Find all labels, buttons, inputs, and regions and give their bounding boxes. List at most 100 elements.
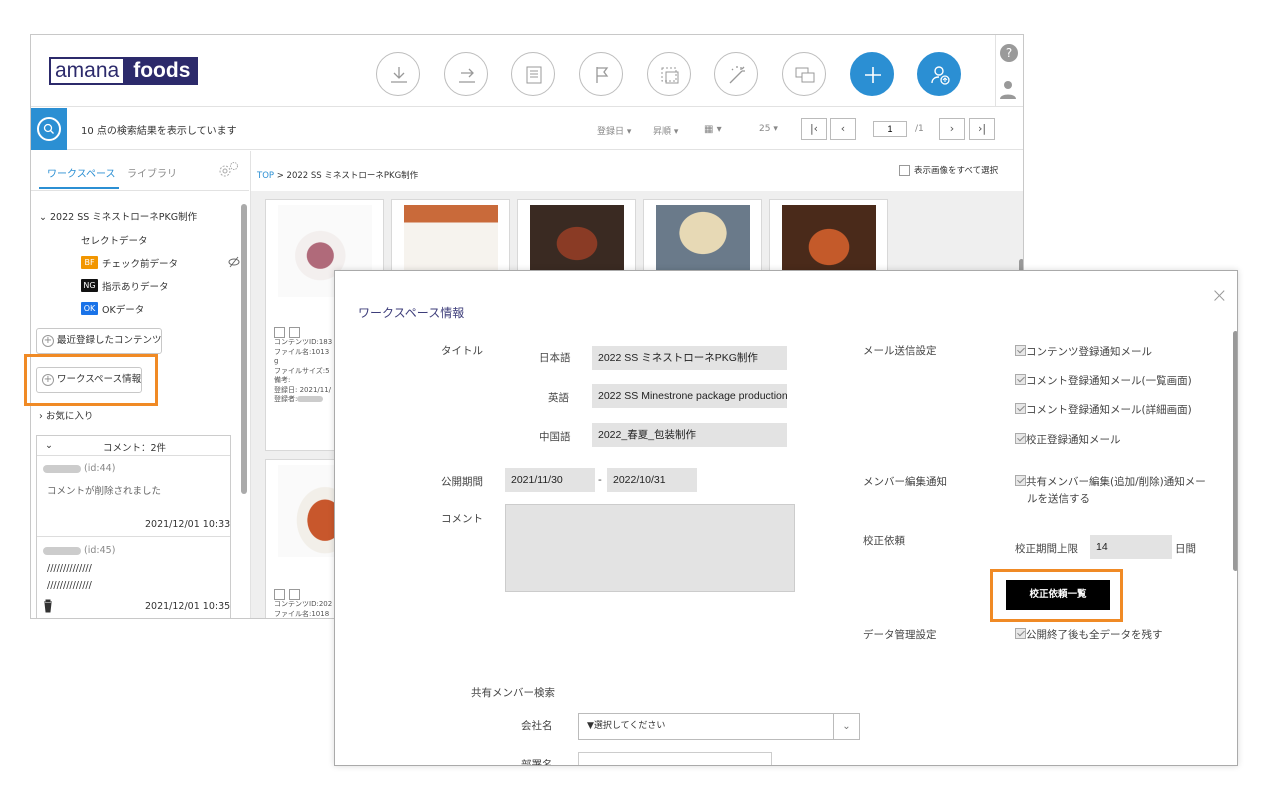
card-meta: コンテンツID:183 ファイル名:1013 g ファイルサイズ:5 備考: 登録日: 2…	[274, 338, 332, 405]
company-select[interactable]: ▼選択してください ⌄	[578, 713, 860, 740]
next-page-button[interactable]: ›	[939, 118, 965, 140]
mail-option-comment-detail[interactable]: コメント登録通知メール(詳細画面)	[1015, 402, 1192, 419]
period-separator: -	[598, 474, 602, 486]
first-page-icon: |‹	[809, 122, 819, 135]
highlight-workspace-info	[24, 354, 158, 406]
card-checkbox[interactable]	[274, 589, 285, 600]
thumbnail-card[interactable]	[769, 199, 888, 279]
select-data-item[interactable]: セレクトデータ	[81, 233, 148, 247]
logo-text-amana: amana	[49, 57, 126, 85]
mail-option-label: コンテンツ登録通知メール	[1026, 346, 1152, 358]
per-page-dropdown[interactable]: 25 ▾	[759, 124, 778, 134]
left-scrollbar[interactable]	[241, 204, 247, 494]
member-notify-option[interactable]: 共有メンバー編集(追加/削除)通知メー ルを送信する	[1015, 474, 1206, 508]
company-select-value: ▼選択してください	[587, 721, 666, 731]
expand-icon[interactable]	[289, 589, 300, 600]
comment-label: コメント	[441, 513, 483, 525]
download-icon	[391, 67, 407, 83]
last-page-button[interactable]: ›|	[969, 118, 995, 140]
crop-icon	[661, 67, 679, 84]
eye-off-icon[interactable]	[228, 256, 240, 268]
user-icon[interactable]	[999, 79, 1017, 101]
comments-header[interactable]: ⌄ コメント：2件	[37, 436, 230, 456]
instruction-data-item[interactable]: 指示ありデータ	[102, 279, 169, 293]
mail-option-comment-list[interactable]: コメント登録通知メール(一覧画面)	[1015, 373, 1192, 390]
monitor-button[interactable]	[782, 52, 826, 96]
tab-library[interactable]: ライブラリ	[127, 165, 177, 180]
checkbox-checked[interactable]	[1015, 628, 1026, 639]
monitor-icon	[795, 67, 815, 83]
view-toggle[interactable]: ▦ ▾	[704, 124, 722, 135]
prev-page-button[interactable]: ‹	[830, 118, 856, 140]
mail-settings-label: メール送信設定	[863, 345, 937, 357]
mail-option-proof[interactable]: 校正登録通知メール	[1015, 432, 1121, 449]
folder-tree-item[interactable]: ⌄ 2022 SS ミネストローネPKG制作	[39, 209, 197, 223]
proof-request-label: 校正依頼	[863, 535, 905, 547]
mail-option-content[interactable]: コンテンツ登録通知メール	[1015, 344, 1152, 361]
thumbnail-card[interactable]	[643, 199, 762, 279]
checkbox-checked[interactable]	[1015, 374, 1026, 385]
folder-name: 2022 SS ミネストローネPKG制作	[50, 212, 198, 223]
dialog-scrollbar[interactable]	[1233, 331, 1237, 571]
flag-button[interactable]	[579, 52, 623, 96]
checkbox-checked[interactable]	[1015, 475, 1026, 486]
english-label: 英語	[548, 392, 569, 404]
favorites-item[interactable]: › お気に入り	[39, 408, 93, 422]
breadcrumb-top-link[interactable]: TOP	[257, 171, 274, 181]
magic-wand-button[interactable]	[714, 52, 758, 96]
sort-dropdown[interactable]: 登録日 ▾	[597, 124, 631, 137]
checkbox-checked[interactable]	[1015, 403, 1026, 414]
select-all-toggle[interactable]: 表示画像をすべて選択	[899, 164, 998, 176]
expand-icon[interactable]	[289, 327, 300, 338]
highlight-proof-button	[990, 569, 1123, 622]
mail-option-label: 校正登録通知メール	[1026, 434, 1121, 446]
proof-limit-input[interactable]	[1090, 535, 1172, 559]
thumbnail-image	[530, 205, 624, 275]
comment-id: (id:45)	[84, 545, 116, 556]
recent-contents-button[interactable]: + 最近登録したコンテンツ	[36, 328, 162, 354]
select-all-checkbox[interactable]	[899, 165, 910, 176]
add-button[interactable]	[850, 52, 894, 96]
comment-textarea[interactable]	[505, 504, 795, 592]
ok-data-item[interactable]: OKデータ	[102, 302, 144, 316]
help-icon[interactable]: ?	[1000, 44, 1018, 62]
download-button[interactable]	[376, 52, 420, 96]
settings-gear-icon[interactable]	[217, 161, 241, 179]
breadcrumb: TOP > 2022 SS ミネストローネPKG制作	[257, 169, 418, 181]
period-end-input[interactable]	[607, 468, 697, 492]
active-tab-indicator	[39, 187, 119, 189]
checkbox-checked[interactable]	[1015, 345, 1026, 356]
order-dropdown[interactable]: 昇順 ▾	[653, 124, 678, 137]
amana-foods-logo[interactable]: amana foods	[49, 57, 199, 85]
tab-workspace[interactable]: ワークスペース	[47, 165, 116, 180]
title-japanese-input[interactable]	[592, 346, 787, 370]
breadcrumb-current: 2022 SS ミネストローネPKG制作	[286, 171, 419, 181]
department-input[interactable]	[578, 752, 772, 765]
thumbnail-card[interactable]	[517, 199, 636, 279]
add-icon	[865, 67, 881, 83]
page-input[interactable]	[873, 121, 907, 137]
move-icon	[459, 68, 475, 83]
thumbnail-card[interactable]	[391, 199, 510, 279]
card-checkbox[interactable]	[274, 327, 285, 338]
crop-button[interactable]	[647, 52, 691, 96]
user-upload-button[interactable]	[917, 52, 961, 96]
first-page-button[interactable]: |‹	[801, 118, 827, 140]
data-retain-option[interactable]: 公開終了後も全データを残す	[1015, 627, 1163, 644]
share-member-search-label: 共有メンバー検索	[471, 687, 555, 699]
left-tabs: ワークスペース ライブラリ	[31, 151, 249, 191]
trash-icon[interactable]	[42, 599, 54, 613]
checkbox-checked[interactable]	[1015, 433, 1026, 444]
close-icon[interactable]: ×	[1211, 283, 1228, 307]
pre-check-data-item[interactable]: チェック前データ	[102, 256, 178, 270]
move-button[interactable]	[444, 52, 488, 96]
search-button[interactable]	[31, 108, 67, 150]
proof-limit-unit: 日間	[1175, 543, 1196, 555]
document-button[interactable]	[511, 52, 555, 96]
remarks: 備考:	[274, 376, 291, 384]
chevron-right-icon: ›	[949, 122, 955, 135]
title-chinese-input[interactable]	[592, 423, 787, 447]
title-english-input[interactable]	[592, 384, 787, 408]
period-start-input[interactable]	[505, 468, 595, 492]
flag-icon	[596, 67, 609, 83]
